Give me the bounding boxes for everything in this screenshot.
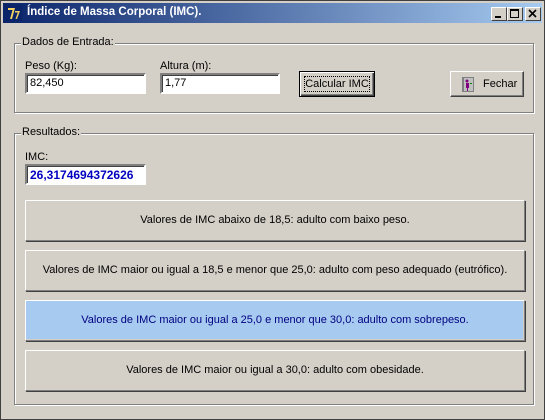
close-icon [528, 9, 537, 18]
minimize-icon [495, 16, 501, 18]
window-title: Índice de Massa Corporal (IMC). [27, 6, 202, 18]
focus-rect [304, 76, 370, 92]
close-window-button[interactable] [525, 7, 541, 21]
range-underweight: Valores de IMC abaixo de 18,5: adulto co… [25, 200, 525, 241]
minimize-button[interactable] [491, 7, 507, 21]
app-logo-icon [6, 5, 22, 21]
app-window: Índice de Massa Corporal (IMC). Dados de… [0, 0, 545, 420]
close-button-label: Fechar [483, 78, 518, 90]
weight-field[interactable]: 82,450 [25, 73, 146, 94]
close-button[interactable]: Fechar [450, 71, 524, 97]
title-bar[interactable]: Índice de Massa Corporal (IMC). [3, 3, 542, 23]
range-normal: Valores de IMC maior ou igual a 18,5 e m… [25, 250, 525, 291]
results-group-label: Resultados: [21, 126, 82, 138]
input-group-label: Dados de Entrada: [21, 36, 115, 48]
maximize-icon [510, 9, 519, 18]
height-label: Altura (m): [160, 60, 212, 72]
range-overweight: Valores de IMC maior ou igual a 25,0 e m… [25, 300, 525, 341]
imc-value-field: 26,3174694372626 [25, 164, 146, 185]
maximize-button[interactable] [507, 7, 523, 21]
height-field[interactable]: 1,77 [160, 73, 280, 94]
door-exit-icon [462, 77, 474, 92]
weight-label: Peso (Kg): [25, 60, 77, 72]
calculate-imc-button[interactable]: Calcular IMC [299, 71, 375, 97]
imc-label: IMC: [25, 151, 49, 163]
range-obese: Valores de IMC maior ou igual a 30,0: ad… [25, 350, 525, 391]
